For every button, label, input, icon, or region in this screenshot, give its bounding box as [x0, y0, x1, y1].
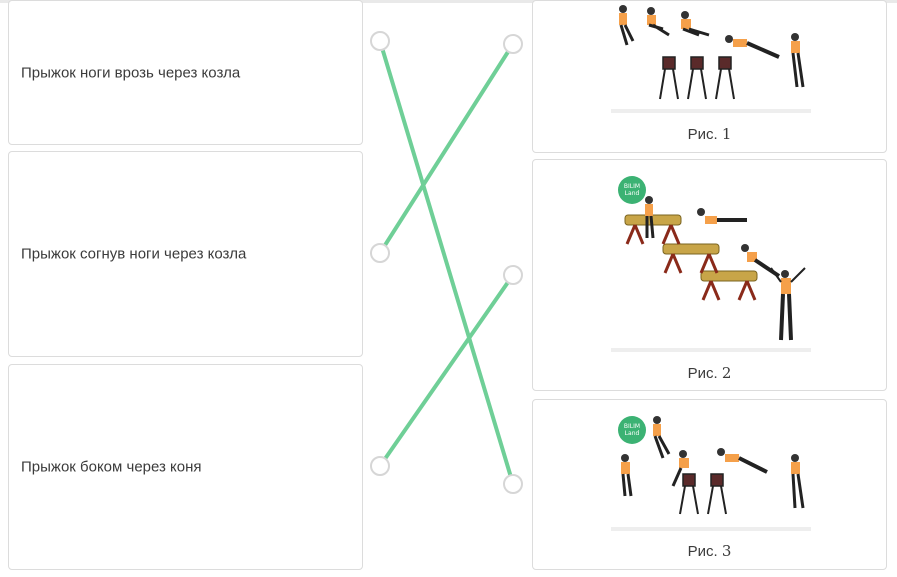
connection-lines	[378, 39, 515, 486]
connection-line-1	[378, 39, 515, 486]
left-connector-1[interactable]	[370, 31, 390, 51]
left-connector-2[interactable]	[370, 243, 390, 263]
left-connector-3[interactable]	[370, 456, 390, 476]
connection-line-2	[378, 42, 515, 255]
connection-line-3	[378, 273, 515, 468]
right-connector-2[interactable]	[503, 265, 523, 285]
right-connector-3[interactable]	[503, 474, 523, 494]
right-connector-1[interactable]	[503, 34, 523, 54]
